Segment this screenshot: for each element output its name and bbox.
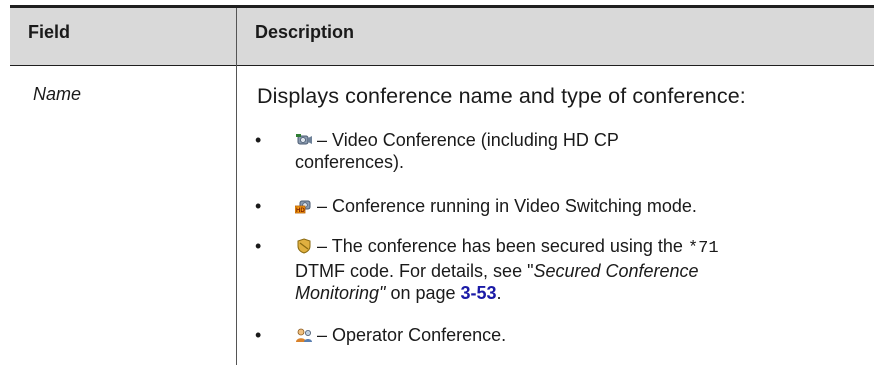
bullet-dot: • — [255, 236, 262, 256]
bullet-text: The conference has been secured using th… — [331, 236, 683, 256]
video-conference-icon — [295, 131, 313, 147]
svg-text:HD: HD — [296, 208, 305, 214]
dash: – — [317, 236, 328, 256]
bullet-text: Operator Conference. — [332, 325, 507, 345]
bullet-dot: • — [255, 130, 262, 150]
secured-shield-icon — [295, 237, 313, 254]
page-link[interactable]: 3-53 — [461, 283, 497, 303]
cross-reference-title-cont: Monitoring" — [295, 283, 386, 303]
dash: – — [317, 130, 328, 150]
table-header-row — [10, 8, 874, 65]
cross-reference-title: Secured Conference — [533, 261, 699, 281]
bullet-text: Conference running in Video Switching mo… — [332, 196, 697, 216]
list-item-text: – The conference has been secured using … — [295, 235, 870, 304]
video-switching-icon: HD — [294, 197, 313, 214]
bullet-dot: • — [255, 325, 262, 345]
dtmf-code: *71 — [687, 239, 719, 258]
description-intro: Displays conference name and type of con… — [257, 84, 746, 108]
dash: – — [317, 325, 328, 345]
dash: – — [317, 196, 328, 216]
list-item-text: HD – Conference running in Video Switchi… — [294, 195, 870, 217]
table-header-rule — [10, 65, 874, 66]
list-item-text: – Operator Conference. — [295, 324, 870, 346]
period: . — [496, 283, 502, 303]
bullet-text: Video Conference (including HD CP — [332, 130, 619, 150]
bullet-text-cont: conferences). — [295, 152, 405, 172]
field-description-table: Field Description Name Displays conferen… — [0, 0, 876, 365]
bullet-text-cont: DTMF code. For details, see " — [295, 261, 534, 281]
header-field: Field — [28, 22, 71, 42]
on-page-text: on page — [385, 283, 461, 303]
operator-conference-icon — [295, 326, 313, 342]
bullet-dot: • — [255, 196, 262, 216]
header-description: Description — [255, 22, 355, 42]
column-divider — [236, 8, 237, 365]
field-name-cell: Name — [33, 84, 82, 104]
list-item-text: – Video Conference (including HD CP conf… — [295, 129, 870, 173]
